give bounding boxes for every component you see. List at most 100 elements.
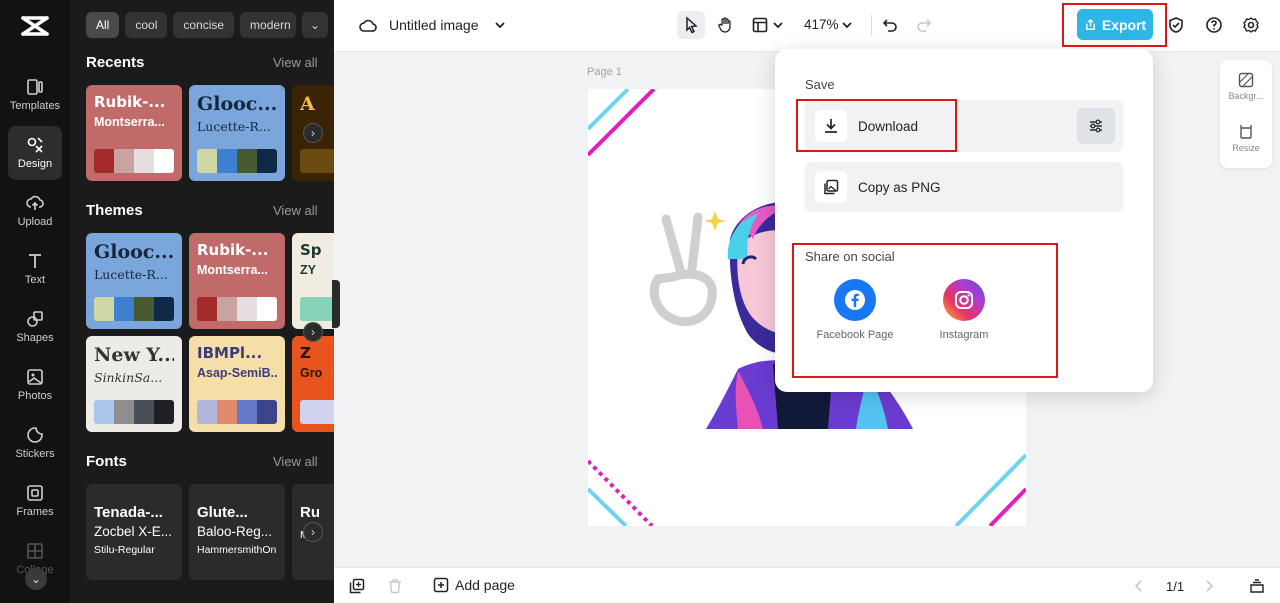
- background-icon: [1238, 72, 1254, 88]
- page-counter: 1/1: [1166, 579, 1185, 594]
- select-tool-button[interactable]: [677, 11, 705, 39]
- color-palette: [300, 297, 334, 321]
- theme-card[interactable]: Rubik-... Montserra...: [86, 85, 182, 181]
- color-swatch: [217, 297, 237, 321]
- theme-card[interactable]: Sp ZY: [292, 233, 334, 329]
- shield-button[interactable]: [1162, 11, 1190, 39]
- color-swatch: [237, 400, 257, 424]
- color-swatch: [114, 297, 134, 321]
- color-swatch: [154, 400, 174, 424]
- color-palette: [94, 297, 174, 321]
- settings-button[interactable]: [1237, 11, 1265, 39]
- next-page-button[interactable]: [1200, 577, 1218, 595]
- help-button[interactable]: [1200, 11, 1228, 39]
- recents-next-button[interactable]: ›: [303, 123, 323, 143]
- peace-hand-sticker: [649, 212, 717, 327]
- prev-page-button[interactable]: [1130, 577, 1148, 595]
- title-dropdown-button[interactable]: [486, 11, 514, 39]
- copy-image-icon: [815, 171, 847, 203]
- chip-concise[interactable]: concise: [173, 12, 235, 38]
- add-page-button[interactable]: Add page: [433, 577, 515, 593]
- cursor-icon: [686, 16, 698, 34]
- rail-expand-button[interactable]: ⌄: [25, 568, 47, 590]
- rail-item-design[interactable]: Design: [8, 126, 62, 180]
- share-instagram-button[interactable]: Instagram: [924, 279, 1004, 342]
- capcut-logo[interactable]: [20, 12, 50, 40]
- hand-tool-button[interactable]: [711, 11, 739, 39]
- theme-card[interactable]: Z Gro: [292, 336, 334, 432]
- chip-cool[interactable]: cool: [125, 12, 168, 38]
- rail-item-label: Photos: [17, 390, 53, 402]
- copy-png-row[interactable]: Copy as PNG: [805, 162, 1123, 212]
- color-palette: [197, 297, 277, 321]
- fonts-view-all[interactable]: View all: [273, 454, 318, 469]
- undo-icon: [882, 19, 897, 32]
- card-heading-font: Glooc...: [197, 93, 277, 115]
- design-icon: [27, 137, 43, 153]
- themes-view-all[interactable]: View all: [273, 203, 318, 218]
- redo-button[interactable]: [910, 11, 938, 39]
- delete-page-button[interactable]: [386, 577, 404, 595]
- font-pair-card[interactable]: Tenada-... Zocbel X-E... Stilu-Regular: [86, 484, 182, 580]
- card-heading-font: Rubik-...: [94, 93, 166, 111]
- rail-item-photos[interactable]: Photos: [8, 358, 62, 412]
- rail-item-label: Shapes: [16, 332, 54, 344]
- font-sample-f2: Baloo-Reg...: [197, 524, 273, 539]
- theme-card[interactable]: Glooc... Lucette-R...: [189, 85, 285, 181]
- zoom-dropdown-button[interactable]: [837, 11, 857, 39]
- chip-all[interactable]: All: [86, 12, 120, 38]
- chip-modern[interactable]: modern: [240, 12, 297, 38]
- card-heading-font: Glooc...: [94, 241, 174, 263]
- rail-item-upload[interactable]: Upload: [8, 184, 62, 238]
- shield-icon: [1169, 17, 1183, 33]
- color-swatch: [257, 297, 277, 321]
- instagram-icon: [943, 279, 985, 321]
- font-pair-card[interactable]: Glute... Baloo-Reg... HammersmithOn...: [189, 484, 285, 580]
- layout-dropdown-button[interactable]: [768, 11, 788, 39]
- duplicate-page-button[interactable]: [348, 577, 366, 595]
- photos-icon: [27, 369, 43, 385]
- rail-item-label: Stickers: [15, 448, 55, 460]
- top-bar: Untitled image 417% Export: [334, 0, 1280, 52]
- rail-item-templates[interactable]: Templates: [8, 68, 62, 122]
- color-swatch: [257, 149, 277, 173]
- card-body-font: Lucette-R...: [197, 119, 271, 134]
- theme-card[interactable]: Rubik-... Montserra...: [189, 233, 285, 329]
- cloud-icon: [359, 19, 377, 32]
- cloud-save-button[interactable]: [354, 12, 382, 40]
- card-heading-font: Rubik-...: [197, 241, 269, 259]
- background-tool[interactable]: Backgr...: [1220, 72, 1272, 101]
- rail-item-label: Design: [17, 158, 53, 170]
- color-swatch: [134, 149, 154, 173]
- download-row[interactable]: Download: [805, 100, 1123, 152]
- panel-collapse-handle[interactable]: [332, 280, 340, 328]
- export-label: Export: [1101, 16, 1147, 33]
- resize-tool[interactable]: Resize: [1220, 124, 1272, 153]
- fonts-next-button[interactable]: ›: [303, 522, 323, 542]
- color-swatch: [257, 400, 277, 424]
- toolbar-divider: [871, 15, 872, 35]
- document-title[interactable]: Untitled image: [389, 17, 479, 33]
- export-button[interactable]: Export: [1077, 9, 1153, 40]
- pages-panel-button[interactable]: [1248, 577, 1266, 595]
- rail-item-stickers[interactable]: Stickers: [8, 416, 62, 470]
- rail-item-frames[interactable]: Frames: [8, 474, 62, 528]
- theme-card[interactable]: Glooc... Lucette-R...: [86, 233, 182, 329]
- rail-item-text[interactable]: Text: [8, 242, 62, 296]
- chips-more-button[interactable]: ⌄: [302, 12, 329, 38]
- theme-card[interactable]: IBMPl... Asap-SemiB...: [189, 336, 285, 432]
- bottom-bar: Add page 1/1: [334, 567, 1280, 603]
- color-swatch: [114, 149, 134, 173]
- share-facebook-button[interactable]: Facebook Page: [815, 279, 895, 342]
- zoom-level[interactable]: 417%: [804, 17, 839, 32]
- fonts-title: Fonts: [86, 453, 127, 470]
- color-swatch: [114, 400, 134, 424]
- themes-next-button[interactable]: ›: [303, 322, 323, 342]
- resize-icon: [1240, 125, 1252, 139]
- recents-view-all[interactable]: View all: [273, 55, 318, 70]
- chevron-down-icon: [495, 22, 505, 29]
- theme-card[interactable]: New Y... SinkinSa...: [86, 336, 182, 432]
- undo-button[interactable]: [876, 11, 904, 39]
- rail-item-shapes[interactable]: Shapes: [8, 300, 62, 354]
- download-settings-button[interactable]: [1077, 108, 1115, 144]
